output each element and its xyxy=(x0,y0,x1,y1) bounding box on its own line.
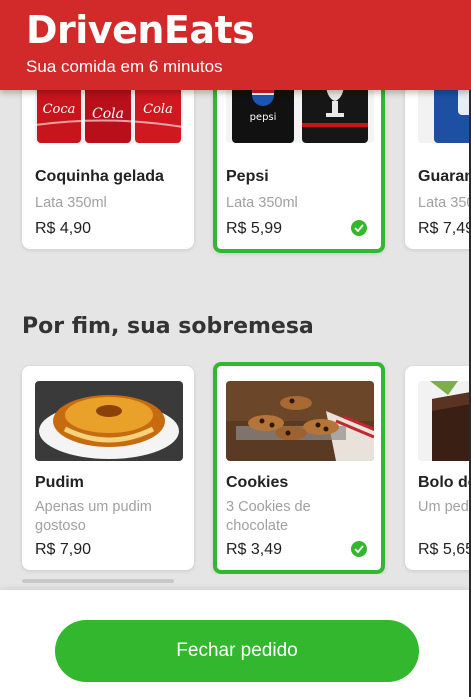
dessert-card-cookies[interactable]: Cookies 3 Cookies de chocolate R$ 3,49 xyxy=(213,362,385,574)
footer-bar: Fechar pedido xyxy=(0,590,471,697)
dessert-card-pudim[interactable]: Pudim Apenas um pudim gostoso R$ 7,90 xyxy=(22,366,194,570)
desserts-row[interactable]: Pudim Apenas um pudim gostoso R$ 7,90 Co… xyxy=(0,362,471,574)
svg-text:Coca: Coca xyxy=(43,102,76,117)
svg-text:Cola: Cola xyxy=(143,102,173,117)
check-icon xyxy=(351,220,367,236)
drink-price: R$ 5,99 xyxy=(226,220,283,237)
tagline: Sua comida em 6 minutos xyxy=(26,57,223,76)
dessert-desc: Um ped recheado xyxy=(418,499,471,515)
dessert-price: R$ 5,65 xyxy=(418,541,471,558)
dessert-name: Cookies xyxy=(226,474,289,491)
drink-name: Guaran xyxy=(418,168,471,185)
desserts-section-title: Por fim, sua sobremesa xyxy=(22,314,314,339)
pudding-image xyxy=(35,381,183,461)
dessert-desc: 3 Cookies de chocolate xyxy=(226,499,311,534)
drink-desc: Lata 350ml xyxy=(226,195,298,211)
drinks-row[interactable]: Coca Cola Cola Coquinha gelada Lata 350m… xyxy=(0,60,471,260)
app-header: DrivenEats Sua comida em 6 minutos xyxy=(0,0,471,90)
dessert-name: Bolo de xyxy=(418,474,471,491)
dessert-price: R$ 3,49 xyxy=(226,541,283,558)
dessert-card-bolo[interactable]: Bolo de Um ped recheado R$ 5,65 xyxy=(405,366,471,570)
drink-price: R$ 4,90 xyxy=(35,220,92,237)
dessert-name: Pudim xyxy=(35,474,84,491)
brand-logo-text: DrivenEats xyxy=(26,8,255,52)
drink-price: R$ 7,49 xyxy=(418,220,471,237)
dessert-price: R$ 7,90 xyxy=(35,541,92,558)
check-icon xyxy=(351,541,367,557)
drink-desc: Lata 350 xyxy=(418,195,471,211)
close-order-button[interactable]: Fechar pedido xyxy=(55,620,419,682)
drink-desc: Lata 350ml xyxy=(35,195,107,211)
dessert-desc: Apenas um pudim gostoso xyxy=(35,499,152,534)
drink-name: Pepsi xyxy=(226,168,269,185)
drink-name: Coquinha gelada xyxy=(35,168,164,185)
desserts-scrollbar[interactable] xyxy=(22,579,174,583)
cookies-image xyxy=(226,381,374,461)
cake-image xyxy=(418,381,471,461)
svg-text:pepsi: pepsi xyxy=(250,112,277,123)
